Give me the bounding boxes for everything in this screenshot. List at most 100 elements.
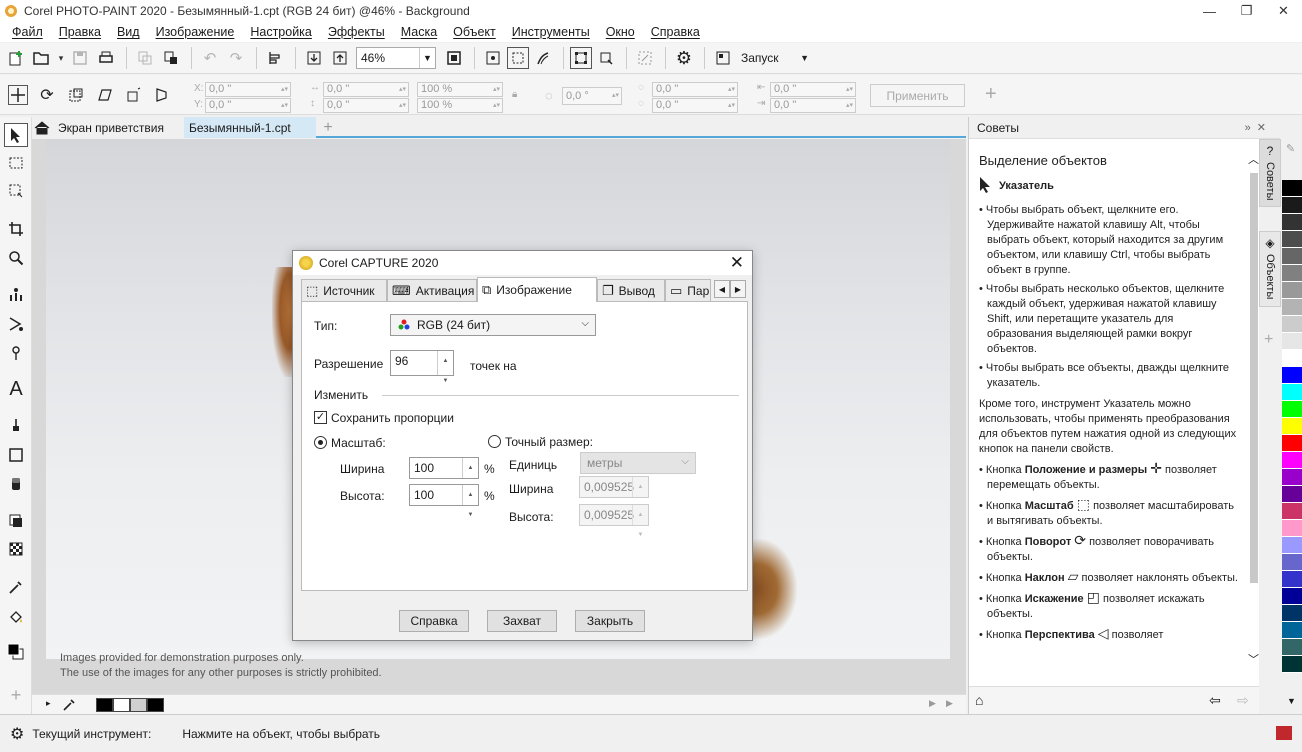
palette-swatch-9[interactable] bbox=[1282, 333, 1302, 350]
y-position-field[interactable]: 0,0 " bbox=[205, 98, 291, 113]
full-screen-preview-icon[interactable] bbox=[481, 46, 505, 70]
gear-icon[interactable]: ⚙ bbox=[10, 724, 24, 744]
width-stepper[interactable]: 100 ▲▼ bbox=[409, 457, 479, 491]
paste-icon[interactable] bbox=[159, 46, 183, 70]
scale-icon[interactable] bbox=[65, 84, 87, 106]
docker-controls-icon[interactable]: »✕ bbox=[1245, 121, 1272, 134]
show-object-marquee-icon[interactable] bbox=[570, 47, 592, 69]
palette-swatch-19[interactable] bbox=[1282, 503, 1302, 520]
menu-image[interactable]: Изображение bbox=[148, 25, 243, 39]
effect-tool-icon[interactable] bbox=[4, 312, 28, 336]
docker-tab-objects[interactable]: ◈ Объекты bbox=[1259, 231, 1281, 307]
menu-help[interactable]: Справка bbox=[643, 25, 708, 39]
chevron-up-icon[interactable]: ︿ bbox=[1248, 151, 1259, 167]
rectangle-tool-icon[interactable] bbox=[4, 443, 28, 467]
color-swatch-icon[interactable] bbox=[4, 640, 28, 664]
pick-tool-icon[interactable] bbox=[4, 123, 28, 147]
center-y-field[interactable]: 0,0 " bbox=[652, 98, 738, 113]
new-tab-button[interactable]: + bbox=[318, 117, 338, 138]
exact-width-stepper[interactable]: 0,009525 ▲▼ bbox=[579, 476, 649, 510]
skew-v-field[interactable]: 0,0 " bbox=[770, 98, 856, 113]
snap-icon[interactable] bbox=[633, 46, 657, 70]
palette-swatch-4[interactable] bbox=[1282, 248, 1302, 265]
center-x-field[interactable]: 0,0 " bbox=[652, 82, 738, 97]
resolution-stepper[interactable]: 96 ▲ ▼ bbox=[390, 350, 454, 384]
palette-expand-arrow-icon[interactable]: ▼ bbox=[1287, 696, 1296, 706]
chevron-left-icon[interactable]: ◀ bbox=[714, 280, 730, 298]
swatch-gray[interactable] bbox=[130, 698, 147, 712]
scroll-end-arrow-icon[interactable]: ▶ bbox=[946, 698, 953, 709]
distort-icon[interactable] bbox=[123, 84, 145, 106]
fill-tool-icon[interactable] bbox=[4, 605, 28, 629]
tab-source[interactable]: ⬚ Источник bbox=[301, 279, 387, 301]
brush-tool-icon[interactable] bbox=[4, 341, 28, 365]
chevron-down-icon[interactable]: ▼ bbox=[793, 46, 817, 70]
palette-swatch-13[interactable] bbox=[1282, 401, 1302, 418]
skew-h-field[interactable]: 0,0 " bbox=[770, 82, 856, 97]
zoom-to-fit-icon[interactable] bbox=[442, 46, 466, 70]
lock-object-icon[interactable] bbox=[594, 46, 618, 70]
scale-y-field[interactable]: 100 % bbox=[417, 98, 503, 113]
redo-icon[interactable]: ↷ bbox=[224, 46, 248, 70]
palette-swatch-2[interactable] bbox=[1282, 214, 1302, 231]
swatch-black[interactable] bbox=[96, 698, 113, 712]
palette-swatch-26[interactable] bbox=[1282, 622, 1302, 639]
units-select[interactable]: метры ⌵ bbox=[580, 452, 696, 474]
swatch-black-2[interactable] bbox=[147, 698, 164, 712]
minimize-button[interactable]: — bbox=[1191, 0, 1228, 22]
perspective-icon[interactable] bbox=[152, 84, 174, 106]
tab-parameters[interactable]: ▭ Пар bbox=[665, 279, 711, 301]
width-field[interactable]: 0,0 " bbox=[323, 82, 409, 97]
options-gear-icon[interactable]: ⚙ bbox=[672, 46, 696, 70]
menu-view[interactable]: Вид bbox=[109, 25, 148, 39]
tab-document[interactable]: Безымянный-1.cpt bbox=[184, 117, 316, 138]
type-select[interactable]: RGB (24 бит) ⌵ bbox=[390, 314, 596, 336]
home-icon[interactable]: ⌂ bbox=[975, 692, 983, 708]
chevron-down-icon[interactable]: ▾ bbox=[56, 46, 66, 70]
palette-swatch-25[interactable] bbox=[1282, 605, 1302, 622]
eraser-tool-icon[interactable] bbox=[4, 472, 28, 496]
palette-swatch-20[interactable] bbox=[1282, 520, 1302, 537]
scroll-right-arrow-icon[interactable]: ▶ bbox=[929, 698, 936, 709]
palette-swatch-28[interactable] bbox=[1282, 656, 1302, 673]
eyedropper-tool-icon[interactable] bbox=[4, 575, 28, 599]
add-tool-icon[interactable]: + bbox=[4, 683, 28, 707]
palette-swatch-14[interactable] bbox=[1282, 418, 1302, 435]
palette-swatch-18[interactable] bbox=[1282, 486, 1302, 503]
close-dialog-button[interactable]: Закрыть bbox=[575, 610, 645, 632]
dialog-close-icon[interactable]: ✕ bbox=[730, 253, 744, 273]
x-position-field[interactable]: 0,0 " bbox=[205, 82, 291, 97]
height-field[interactable]: 0,0 " bbox=[323, 98, 409, 113]
scale-radio[interactable] bbox=[314, 436, 327, 449]
transparency-tool-icon[interactable] bbox=[4, 537, 28, 561]
swatch-white[interactable] bbox=[113, 698, 130, 712]
tab-activation[interactable]: ⌨ Активация bbox=[387, 279, 477, 301]
palette-swatch-16[interactable] bbox=[1282, 452, 1302, 469]
menu-mask[interactable]: Маска bbox=[393, 25, 445, 39]
menu-tools[interactable]: Инструменты bbox=[504, 25, 598, 39]
tips-scroll-thumb[interactable] bbox=[1250, 173, 1258, 583]
palette-swatch-24[interactable] bbox=[1282, 588, 1302, 605]
save-icon[interactable] bbox=[68, 46, 92, 70]
launch-app-icon[interactable] bbox=[711, 46, 735, 70]
tab-output[interactable]: ❐ Вывод bbox=[597, 279, 665, 301]
back-arrow-icon[interactable]: ⇦ bbox=[1209, 692, 1221, 709]
palette-swatch-6[interactable] bbox=[1282, 282, 1302, 299]
rotation-angle-field[interactable]: 0,0 ° bbox=[562, 87, 622, 105]
show-mask-marquee-icon[interactable] bbox=[507, 47, 529, 69]
palette-swatch-21[interactable] bbox=[1282, 537, 1302, 554]
object-manager-icon[interactable] bbox=[263, 46, 287, 70]
exact-height-stepper[interactable]: 0,009525 ▲ ▼ bbox=[579, 504, 649, 538]
horizontal-scrollbar[interactable]: ▸ ▶ ▶ bbox=[32, 694, 966, 714]
palette-swatch-1[interactable] bbox=[1282, 197, 1302, 214]
menu-window[interactable]: Окно bbox=[598, 25, 643, 39]
menu-effects[interactable]: Эффекты bbox=[320, 25, 393, 39]
undo-icon[interactable]: ↶ bbox=[198, 46, 222, 70]
print-icon[interactable] bbox=[94, 46, 118, 70]
rotate-icon[interactable]: ⟳ bbox=[36, 84, 58, 106]
position-size-icon[interactable] bbox=[7, 84, 29, 106]
export-icon[interactable] bbox=[328, 46, 352, 70]
add-docker-icon[interactable]: + bbox=[1264, 331, 1273, 349]
palette-swatch-3[interactable] bbox=[1282, 231, 1302, 248]
new-document-icon[interactable] bbox=[4, 46, 28, 70]
